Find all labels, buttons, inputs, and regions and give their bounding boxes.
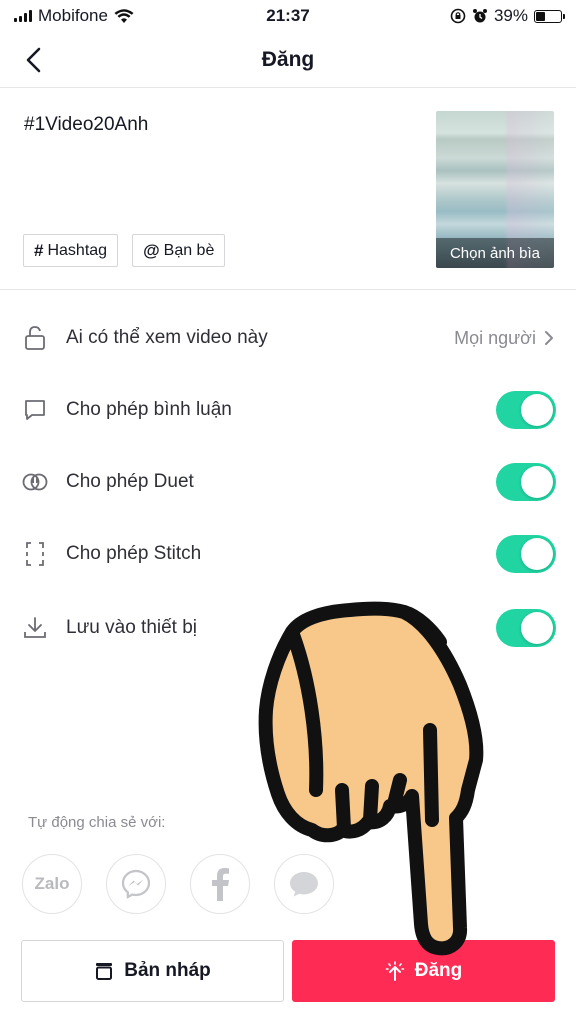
caption-input[interactable]: #1Video20Anh bbox=[24, 114, 148, 136]
message-share-button[interactable] bbox=[274, 854, 334, 914]
hashtag-icon: # bbox=[34, 240, 44, 260]
status-left: Mobifone bbox=[14, 6, 134, 26]
header: Đăng bbox=[0, 32, 576, 88]
draft-icon bbox=[96, 963, 113, 980]
signal-icon bbox=[14, 10, 32, 22]
messenger-share-button[interactable] bbox=[106, 854, 166, 914]
status-bar: Mobifone 21:37 39% bbox=[0, 0, 576, 32]
comments-row: Cho phép bình luận bbox=[0, 382, 576, 438]
comment-icon bbox=[22, 397, 48, 423]
mention-button[interactable]: @ Bạn bè bbox=[132, 234, 226, 267]
duet-icon bbox=[22, 469, 48, 495]
at-icon: @ bbox=[143, 240, 160, 260]
post-button[interactable]: Đăng bbox=[292, 940, 555, 1002]
caption-section: #1Video20Anh # Hashtag @ Bạn bè Chọn ảnh… bbox=[0, 88, 576, 290]
stitch-icon bbox=[22, 541, 48, 567]
caption-chips: # Hashtag @ Bạn bè bbox=[23, 234, 226, 267]
cover-thumbnail[interactable]: Chọn ảnh bìa bbox=[436, 111, 554, 268]
zalo-share-button[interactable]: Zalo bbox=[22, 854, 82, 914]
stitch-label: Cho phép Stitch bbox=[66, 543, 202, 564]
mention-label: Bạn bè bbox=[163, 241, 215, 259]
zalo-icon: Zalo bbox=[34, 874, 70, 893]
unlock-icon bbox=[22, 325, 48, 351]
bottom-actions: Bản nháp Đăng bbox=[0, 940, 576, 1004]
facebook-icon bbox=[212, 868, 229, 901]
facebook-share-button[interactable] bbox=[190, 854, 250, 914]
status-right: 39% bbox=[450, 6, 565, 26]
comments-toggle[interactable] bbox=[496, 391, 556, 429]
privacy-label: Ai có thể xem video này bbox=[66, 327, 268, 348]
share-targets: Zalo bbox=[22, 854, 334, 914]
back-button[interactable] bbox=[16, 42, 52, 78]
share-title: Tự động chia sẻ với: bbox=[28, 814, 166, 831]
draft-button[interactable]: Bản nháp bbox=[21, 940, 284, 1002]
stitch-toggle[interactable] bbox=[496, 535, 556, 573]
page-title: Đăng bbox=[261, 47, 315, 71]
privacy-row[interactable]: Ai có thể xem video này Mọi người bbox=[0, 310, 576, 366]
battery-icon bbox=[534, 9, 565, 23]
comments-label: Cho phép bình luận bbox=[66, 399, 232, 420]
save-label: Lưu vào thiết bị bbox=[66, 617, 198, 638]
stitch-row: Cho phép Stitch bbox=[0, 526, 576, 582]
battery-fill bbox=[536, 11, 546, 21]
save-toggle[interactable] bbox=[496, 609, 556, 647]
duet-toggle[interactable] bbox=[496, 463, 556, 501]
carrier-name: Mobifone bbox=[38, 6, 108, 25]
rotation-lock-icon bbox=[450, 8, 466, 24]
draft-label: Bản nháp bbox=[124, 960, 211, 981]
chevron-right-icon bbox=[545, 331, 553, 345]
hashtag-label: Hashtag bbox=[47, 241, 108, 259]
duet-label: Cho phép Duet bbox=[66, 471, 194, 492]
hashtag-button[interactable]: # Hashtag bbox=[23, 234, 119, 267]
save-row: Lưu vào thiết bị bbox=[0, 600, 576, 656]
wifi-icon bbox=[114, 8, 134, 23]
message-icon bbox=[290, 872, 318, 897]
duet-row: Cho phép Duet bbox=[0, 454, 576, 510]
battery-percent: 39% bbox=[493, 6, 528, 25]
post-label: Đăng bbox=[414, 960, 463, 981]
privacy-value-text: Mọi người bbox=[454, 327, 536, 348]
cover-label: Chọn ảnh bìa bbox=[436, 238, 554, 268]
alarm-icon bbox=[472, 9, 487, 23]
messenger-icon bbox=[121, 869, 151, 899]
privacy-value[interactable]: Mọi người bbox=[454, 328, 554, 349]
download-icon bbox=[22, 615, 48, 641]
post-spark-icon bbox=[385, 961, 405, 981]
chevron-left-icon bbox=[26, 47, 41, 73]
